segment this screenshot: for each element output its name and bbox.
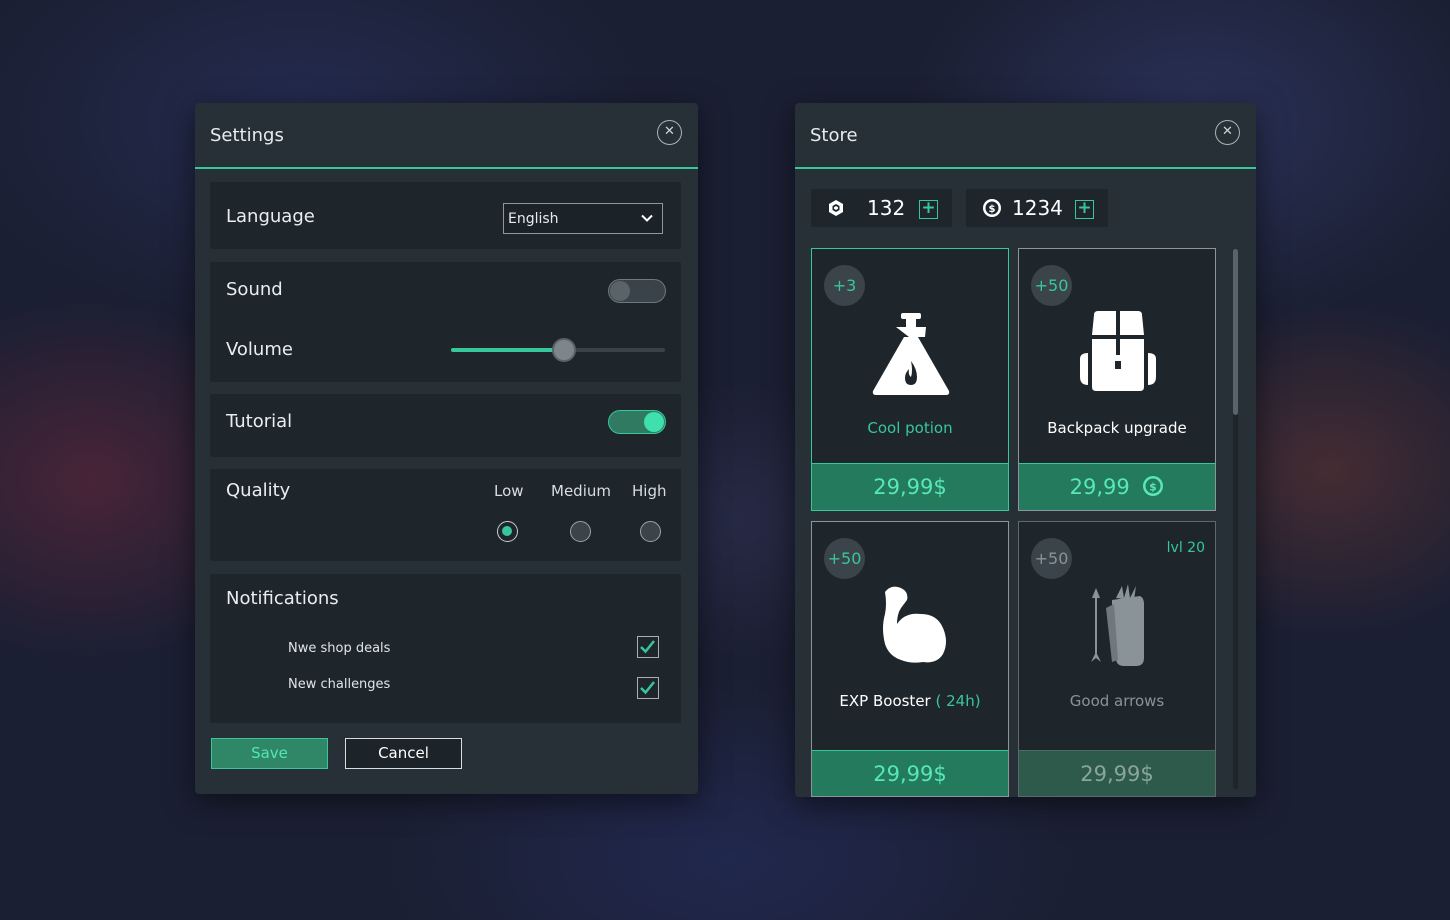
item-name: Backpack upgrade — [1047, 419, 1187, 437]
item-price-button[interactable]: 29,99$ — [812, 463, 1008, 510]
notification-shop-deals-label: Nwe shop deals — [288, 641, 391, 656]
gems-currency: 132 + — [811, 189, 952, 227]
quality-label: Quality — [226, 480, 291, 501]
item-price: 29,99$ — [1080, 762, 1154, 786]
sound-toggle[interactable] — [608, 279, 666, 303]
potion-icon — [872, 313, 950, 395]
item-name: EXP Booster ( 24h) — [812, 692, 1008, 710]
tutorial-label: Tutorial — [226, 411, 293, 432]
store-scrollbar[interactable] — [1233, 249, 1238, 789]
item-quantity-badge: +50 — [1031, 265, 1072, 306]
sound-label: Sound — [226, 279, 283, 300]
gem-icon — [829, 200, 843, 216]
backpack-icon — [1080, 311, 1156, 391]
sound-toggle-knob — [610, 281, 630, 301]
quality-option-low-label: Low — [494, 482, 524, 500]
svg-text:$: $ — [989, 204, 996, 215]
tutorial-section: Tutorial — [210, 394, 681, 457]
store-item-good-arrows: +50 lvl 20 Good arrows 29,99$ — [1018, 521, 1216, 797]
language-select-value: English — [508, 211, 559, 227]
volume-slider-thumb[interactable] — [552, 338, 577, 362]
notification-shop-deals-checkbox[interactable] — [637, 636, 659, 658]
store-item-exp-booster[interactable]: +50 EXP Booster ( 24h) 29,99$ — [811, 521, 1009, 797]
item-name: Good arrows — [1069, 692, 1165, 710]
item-level-requirement: lvl 20 — [1166, 540, 1205, 556]
coins-value: 1234 — [1012, 196, 1063, 220]
quality-radio-medium[interactable] — [570, 521, 591, 542]
notification-challenges-checkbox[interactable] — [637, 677, 659, 699]
quality-option-medium-label: Medium — [551, 482, 611, 500]
coin-icon: $ — [983, 199, 1001, 217]
item-price: 29,99$ — [873, 475, 947, 499]
coin-icon: $ — [1143, 476, 1164, 496]
coins-currency: $ 1234 + — [966, 189, 1108, 227]
item-name: Cool potion — [867, 419, 953, 437]
checkmark-icon — [640, 640, 655, 654]
item-name-text: EXP Booster — [839, 692, 931, 710]
svg-text:$: $ — [1150, 481, 1158, 494]
notifications-label: Notifications — [226, 588, 339, 609]
item-price: 29,99$ — [873, 762, 947, 786]
add-coins-button[interactable]: + — [1075, 200, 1094, 219]
tutorial-toggle[interactable] — [608, 410, 666, 434]
gems-value: 132 — [867, 196, 906, 220]
store-item-cool-potion[interactable]: +3 Cool potion 29,99$ — [811, 248, 1009, 511]
item-duration: ( 24h) — [935, 692, 981, 710]
settings-close-button[interactable]: ✕ — [657, 120, 682, 145]
volume-slider-fill — [451, 348, 565, 352]
volume-label: Volume — [226, 339, 293, 360]
quality-section: Quality Low Medium High — [210, 469, 681, 561]
quality-radio-high[interactable] — [640, 521, 661, 542]
cancel-button[interactable]: Cancel — [345, 738, 462, 769]
close-icon: ✕ — [1222, 124, 1233, 139]
volume-slider[interactable] — [451, 338, 665, 362]
item-price-button[interactable]: 29,99$ — [812, 750, 1008, 796]
store-item-backpack-upgrade[interactable]: +50 Backpack upgrade 29,99 $ — [1018, 248, 1216, 511]
notification-challenges-label: New challenges — [288, 677, 391, 692]
store-panel: Store ✕ 132 + $ 1234 + +3 Cool potion 29… — [795, 103, 1256, 797]
item-quantity-badge: +3 — [824, 265, 865, 306]
settings-header: Settings ✕ — [195, 103, 698, 169]
language-section: Language English — [210, 182, 681, 249]
tutorial-toggle-knob — [644, 412, 664, 432]
item-price-button: 29,99$ — [1019, 750, 1215, 796]
quality-radio-low[interactable] — [497, 521, 518, 542]
settings-panel: Settings ✕ Language English Sound Volume… — [195, 103, 698, 794]
item-quantity-badge: +50 — [824, 538, 865, 579]
muscle-icon — [883, 586, 946, 663]
store-header: Store ✕ — [795, 103, 1256, 169]
store-title: Store — [810, 125, 858, 146]
add-gems-button[interactable]: + — [919, 200, 938, 219]
store-scrollbar-thumb[interactable] — [1233, 249, 1238, 415]
language-label: Language — [226, 206, 315, 227]
item-quantity-badge: +50 — [1031, 538, 1072, 579]
save-button[interactable]: Save — [211, 738, 328, 769]
settings-title: Settings — [210, 125, 284, 146]
chevron-down-icon — [641, 214, 653, 222]
item-price: 29,99 — [1069, 475, 1130, 499]
notifications-section: Notifications Nwe shop deals New challen… — [210, 574, 681, 723]
quiver-icon — [1091, 584, 1144, 666]
sound-section: Sound Volume — [210, 262, 681, 382]
quality-option-high-label: High — [632, 482, 667, 500]
language-select[interactable]: English — [503, 203, 663, 234]
close-icon: ✕ — [664, 124, 675, 139]
item-price-button[interactable]: 29,99 $ — [1019, 463, 1215, 510]
store-close-button[interactable]: ✕ — [1215, 120, 1240, 145]
checkmark-icon — [640, 681, 655, 695]
